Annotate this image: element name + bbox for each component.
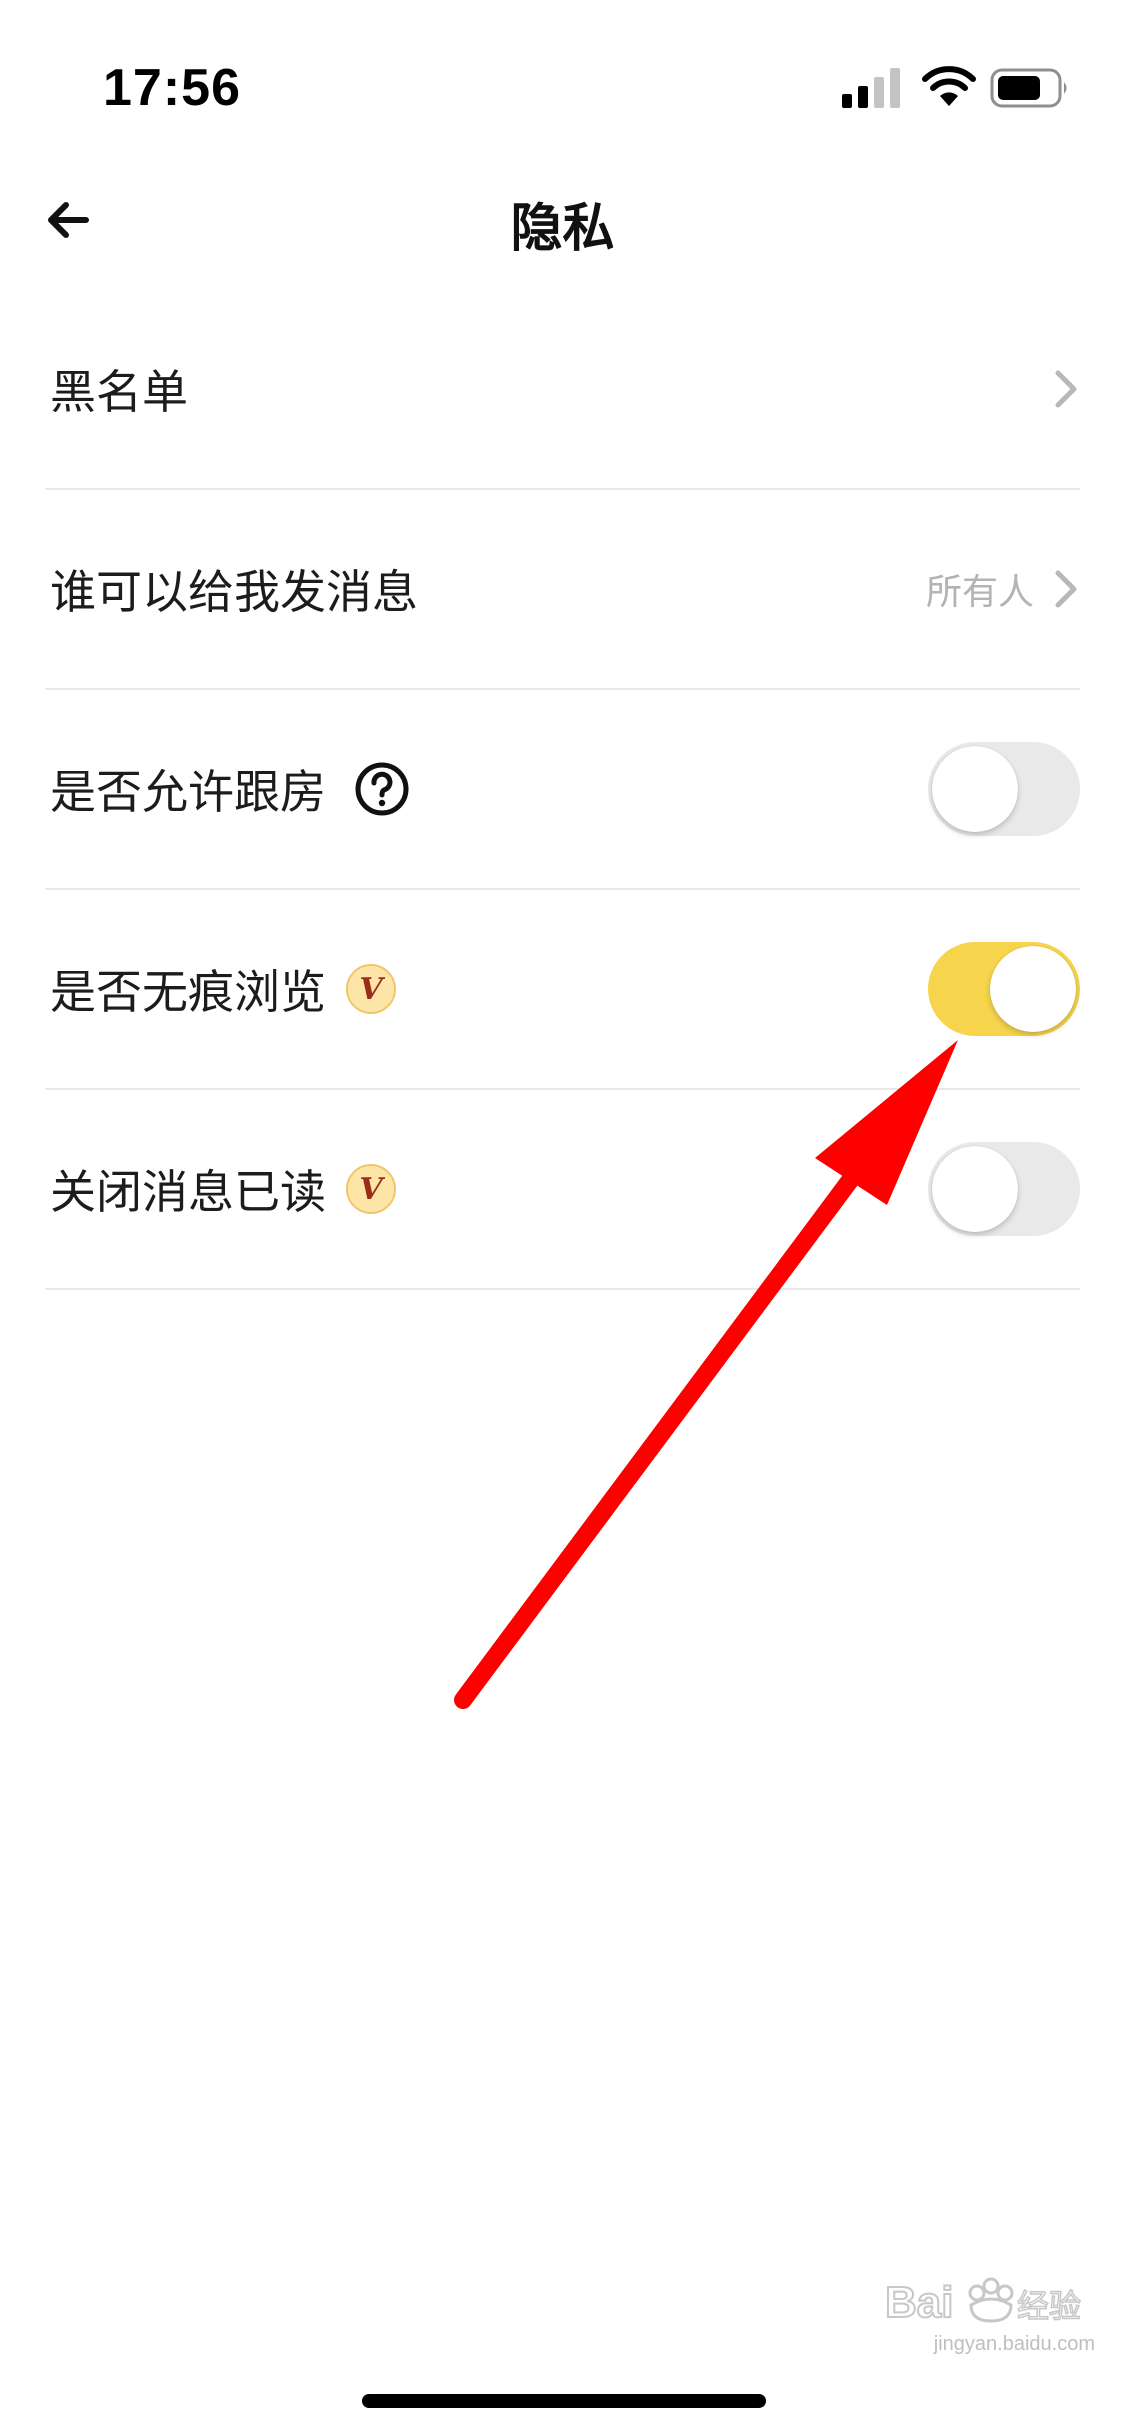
- status-time: 17:56: [103, 59, 241, 117]
- allow-follow-room-label: 是否允许跟房: [50, 765, 326, 819]
- wifi-icon: [922, 66, 976, 106]
- hide-read-receipt-label: 关闭消息已读: [50, 1165, 326, 1219]
- who-can-message-label: 谁可以给我发消息: [50, 565, 418, 619]
- blacklist-label: 黑名单: [50, 365, 188, 419]
- who-can-message-value: 所有人: [925, 572, 1034, 613]
- watermark: Bai 经验 jingyan.baidu.com: [885, 2271, 1095, 2356]
- toggle-knob: [932, 1146, 1018, 1232]
- toggle-knob: [932, 746, 1018, 832]
- page-title: 隐私: [510, 199, 615, 259]
- svg-text:经验: 经验: [1017, 2288, 1081, 2324]
- chevron-right-icon: [1055, 570, 1077, 608]
- settings-list: 黑名单 谁可以给我发消息 所有人 是否允许跟房 是否无痕浏览 V 关闭消息已读 …: [0, 290, 1125, 1290]
- toggle-knob: [990, 946, 1076, 1032]
- blacklist-row[interactable]: 黑名单: [45, 290, 1080, 490]
- incognito-browse-row: 是否无痕浏览 V: [45, 890, 1080, 1090]
- allow-follow-room-toggle[interactable]: [928, 742, 1080, 836]
- baidu-jingyan-logo: Bai 经验: [885, 2277, 1082, 2328]
- hide-read-receipt-toggle[interactable]: [928, 1142, 1080, 1236]
- nav-bar: 隐私: [0, 150, 1125, 290]
- chevron-right-icon: [1055, 370, 1077, 408]
- watermark-url: jingyan.baidu.com: [933, 2333, 1095, 2355]
- signal-icon: [842, 68, 900, 108]
- hide-read-receipt-row: 关闭消息已读 V: [45, 1090, 1080, 1290]
- incognito-browse-label: 是否无痕浏览: [50, 965, 326, 1019]
- battery-icon: [990, 68, 1067, 108]
- svg-text:Bai: Bai: [885, 2278, 953, 2327]
- status-bar: 17:56: [0, 0, 1125, 150]
- vip-badge-icon: V: [346, 964, 396, 1014]
- who-can-message-row[interactable]: 谁可以给我发消息 所有人: [45, 490, 1080, 690]
- incognito-browse-toggle[interactable]: [928, 942, 1080, 1036]
- allow-follow-room-row: 是否允许跟房: [45, 690, 1080, 890]
- vip-badge-icon: V: [346, 1164, 396, 1214]
- home-indicator[interactable]: [362, 2394, 766, 2408]
- help-icon[interactable]: [354, 761, 410, 817]
